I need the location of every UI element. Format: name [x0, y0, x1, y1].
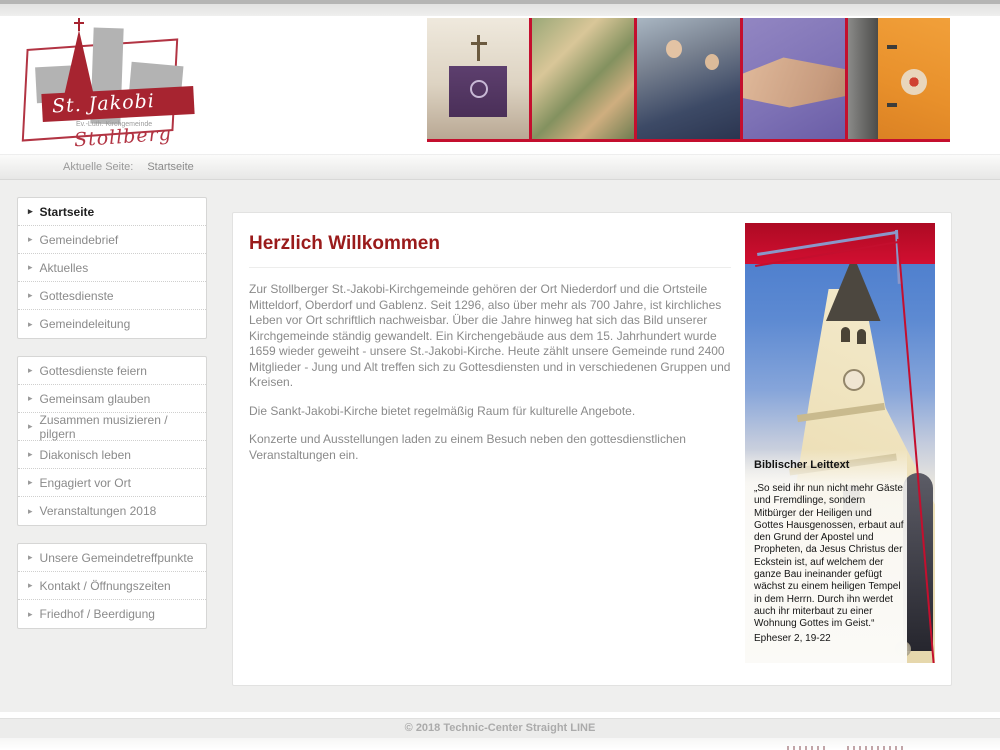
children-group-photo: [532, 18, 634, 139]
breadcrumb-current-page: Startseite: [147, 161, 193, 173]
sidebar-item-label: Gottesdienste: [40, 289, 114, 303]
kids-playing-recorder-photo: [637, 18, 739, 139]
breadcrumb: Aktuelle Seite: Startseite: [0, 154, 1000, 180]
building-window-shape: [887, 103, 897, 107]
sidebar-item-veranstaltungen-2018[interactable]: ▸ Veranstaltungen 2018: [18, 497, 206, 525]
altar-emblem-shape: [470, 80, 488, 98]
triangle-bullet-icon: ▸: [28, 365, 33, 376]
building-tower-shape: [848, 18, 879, 139]
sidebar-group-main: ▸ Startseite ▸ Gemeindebrief ▸ Aktuelles…: [17, 197, 207, 339]
sidebar: ▸ Startseite ▸ Gemeindebrief ▸ Aktuelles…: [17, 180, 207, 646]
triangle-bullet-icon: ▸: [28, 262, 33, 273]
sidebar-item-zusammen-musizieren[interactable]: ▸ Zusammen musizieren / pilgern: [18, 413, 206, 441]
sidebar-item-gemeindeleitung[interactable]: ▸ Gemeindeleitung: [18, 310, 206, 338]
triangle-bullet-icon: ▸: [28, 206, 33, 217]
altar-with-cross-photo: [427, 18, 529, 139]
site-header: St. Jakobi Ev.-Luth. Kirchgemeinde Stoll…: [0, 16, 1000, 146]
sidebar-item-label: Zusammen musizieren / pilgern: [40, 413, 196, 441]
sidebar-item-label: Friedhof / Beerdigung: [40, 607, 155, 621]
sidebar-item-gemeindebrief[interactable]: ▸ Gemeindebrief: [18, 226, 206, 254]
copyright-text: © 2018 Technic-Center Straight LINE: [405, 722, 596, 734]
bible-reference: Epheser 2, 19-22: [754, 633, 904, 644]
title-divider: [249, 267, 731, 268]
building-window-shape: [887, 45, 897, 49]
sidebar-item-label: Diakonisch leben: [40, 448, 131, 462]
page-bottom-strip: [0, 738, 1000, 750]
bible-quote: „So seid ihr nun nicht mehr Gäste und Fr…: [754, 483, 904, 631]
triangle-bullet-icon: ▸: [28, 506, 33, 517]
sidebar-group-contact: ▸ Unsere Gemeindetreffpunkte ▸ Kontakt /…: [17, 543, 207, 629]
bell-window-shape: [841, 327, 850, 342]
sidebar-item-friedhof-beerdigung[interactable]: ▸ Friedhof / Beerdigung: [18, 600, 206, 628]
sidebar-item-label: Aktuelles: [40, 261, 89, 275]
sidebar-item-label: Gemeindeleitung: [40, 317, 131, 331]
triangle-bullet-icon: ▸: [28, 580, 33, 591]
sidebar-item-gemeinsam-glauben[interactable]: ▸ Gemeinsam glauben: [18, 385, 206, 413]
triangle-bullet-icon: ▸: [28, 477, 33, 488]
tower-spire-shape: [821, 255, 883, 321]
site-logo[interactable]: St. Jakobi Ev.-Luth. Kirchgemeinde Stoll…: [18, 22, 208, 146]
sidebar-item-label: Kontakt / Öffnungszeiten: [40, 579, 171, 593]
page-top-strip: [0, 4, 1000, 16]
sidebar-item-label: Gemeindebrief: [40, 233, 119, 247]
sidebar-item-label: Gottesdienste feiern: [40, 364, 147, 378]
orange-building-photo: [848, 18, 950, 139]
sidebar-item-gemeindetreffpunkte[interactable]: ▸ Unsere Gemeindetreffpunkte: [18, 544, 206, 572]
content-panel: ✦ Biblischer Leittext „So seid ihr nun n…: [232, 212, 952, 686]
sidebar-item-label: Veranstaltungen 2018: [40, 504, 157, 518]
footer: © 2018 Technic-Center Straight LINE: [0, 718, 1000, 738]
face-shape: [705, 54, 719, 70]
triangle-bullet-icon: ▸: [28, 319, 33, 330]
holding-hands-photo: [743, 18, 845, 139]
spacer: [0, 146, 1000, 154]
face-shape: [666, 40, 682, 58]
red-banner-shape: [745, 223, 935, 264]
sidebar-item-label: Startseite: [40, 205, 95, 219]
bible-text-block: Biblischer Leittext „So seid ihr nun nic…: [754, 459, 904, 644]
triangle-bullet-icon: ▸: [28, 449, 33, 460]
sidebar-item-aktuelles[interactable]: ▸ Aktuelles: [18, 254, 206, 282]
altar-cross-icon: [477, 35, 480, 61]
main-area: ▸ Startseite ▸ Gemeindebrief ▸ Aktuelles…: [0, 180, 1000, 712]
hands-shape: [743, 52, 845, 108]
triangle-bullet-icon: ▸: [28, 609, 33, 620]
sidebar-item-startseite[interactable]: ▸ Startseite: [18, 198, 206, 226]
sidebar-item-label: Gemeinsam glauben: [40, 392, 151, 406]
triangle-bullet-icon: ▸: [28, 234, 33, 245]
breadcrumb-label: Aktuelle Seite:: [63, 161, 133, 173]
sidebar-item-engagiert-vor-ort[interactable]: ▸ Engagiert vor Ort: [18, 469, 206, 497]
sidebar-item-gottesdienste-feiern[interactable]: ▸ Gottesdienste feiern: [18, 357, 206, 385]
bell-window-shape: [857, 329, 866, 344]
sidebar-item-kontakt-oeffnungszeiten[interactable]: ▸ Kontakt / Öffnungszeiten: [18, 572, 206, 600]
building-emblem-shape: [901, 69, 927, 95]
church-tower-photo: ✦ Biblischer Leittext „So seid ihr nun n…: [745, 223, 935, 663]
clipped-text-fragment: [847, 746, 905, 750]
sidebar-item-label: Unsere Gemeindetreffpunkte: [40, 551, 194, 565]
triangle-bullet-icon: ▸: [28, 393, 33, 404]
logo-top-cross-icon: [78, 18, 80, 31]
triangle-bullet-icon: ▸: [28, 552, 33, 563]
tower-clock-shape: [843, 369, 865, 391]
altar-cross-icon: [471, 42, 487, 45]
leittext-title: Biblischer Leittext: [754, 459, 904, 471]
clipped-text-fragment: [787, 746, 829, 750]
logo-church-spire-shape: [64, 30, 94, 96]
triangle-bullet-icon: ▸: [28, 290, 33, 301]
header-photo-strip: [427, 18, 950, 142]
logo-top-cross-icon: [74, 22, 84, 24]
triangle-bullet-icon: ▸: [28, 421, 33, 432]
sidebar-item-diakonisch-leben[interactable]: ▸ Diakonisch leben: [18, 441, 206, 469]
sidebar-item-label: Engagiert vor Ort: [40, 476, 131, 490]
sidebar-group-activities: ▸ Gottesdienste feiern ▸ Gemeinsam glaub…: [17, 356, 207, 526]
sidebar-item-gottesdienste[interactable]: ▸ Gottesdienste: [18, 282, 206, 310]
